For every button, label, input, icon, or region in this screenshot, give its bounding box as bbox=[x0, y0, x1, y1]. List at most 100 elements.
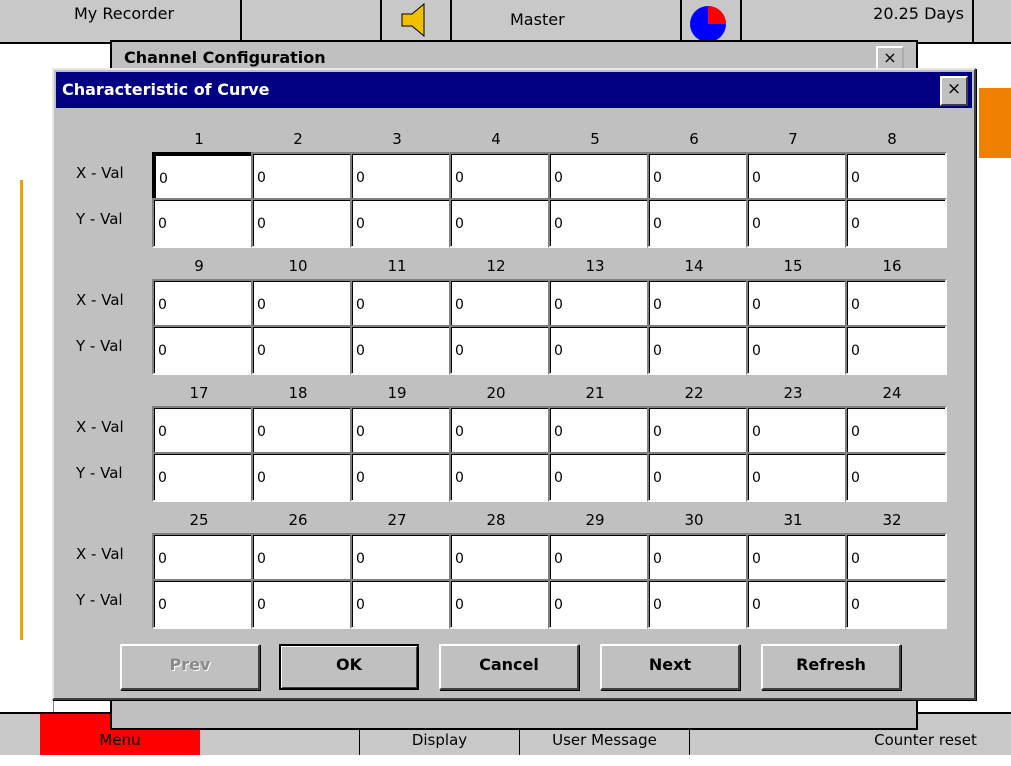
close-button[interactable]: × bbox=[940, 76, 968, 106]
y-value-input-21[interactable] bbox=[548, 452, 650, 502]
y-value-input-15[interactable] bbox=[746, 325, 848, 375]
y-value-input-32[interactable] bbox=[845, 579, 947, 629]
ok-button[interactable]: OK bbox=[279, 644, 419, 690]
y-value-input-2[interactable] bbox=[251, 198, 353, 248]
y-value-input-23[interactable] bbox=[746, 452, 848, 502]
dialog-titlebar[interactable]: Characteristic of Curve × bbox=[56, 72, 972, 108]
y-value-input-7[interactable] bbox=[746, 198, 848, 248]
y-val-label: Y - Val bbox=[76, 464, 123, 482]
x-value-input-21[interactable] bbox=[548, 406, 650, 456]
x-value-input-10[interactable] bbox=[251, 279, 353, 329]
time-cell bbox=[240, 0, 382, 42]
recorder-name: My Recorder bbox=[74, 4, 175, 23]
y-value-input-1[interactable] bbox=[152, 198, 254, 248]
counter-reset-label: Counter reset bbox=[874, 731, 977, 749]
x-value-input-12[interactable] bbox=[449, 279, 551, 329]
x-value-input-16[interactable] bbox=[845, 279, 947, 329]
x-value-input-7[interactable] bbox=[746, 152, 848, 202]
y-value-input-27[interactable] bbox=[350, 579, 452, 629]
x-value-input-9[interactable] bbox=[152, 279, 254, 329]
x-val-label: X - Val bbox=[76, 291, 124, 309]
y-value-input-4[interactable] bbox=[449, 198, 551, 248]
x-value-input-23[interactable] bbox=[746, 406, 848, 456]
x-value-input-19[interactable] bbox=[350, 406, 452, 456]
y-value-input-3[interactable] bbox=[350, 198, 452, 248]
x-value-input-20[interactable] bbox=[449, 406, 551, 456]
display-label: Display bbox=[411, 731, 468, 749]
y-value-input-13[interactable] bbox=[548, 325, 650, 375]
y-value-input-16[interactable] bbox=[845, 325, 947, 375]
x-value-input-5[interactable] bbox=[548, 152, 650, 202]
x-value-input-24[interactable] bbox=[845, 406, 947, 456]
next-button[interactable]: Next bbox=[600, 644, 740, 690]
y-value-input-28[interactable] bbox=[449, 579, 551, 629]
x-value-input-6[interactable] bbox=[647, 152, 749, 202]
x-value-input-13[interactable] bbox=[548, 279, 650, 329]
y-value-input-10[interactable] bbox=[251, 325, 353, 375]
y-value-input-25[interactable] bbox=[152, 579, 254, 629]
x-value-input-17[interactable] bbox=[152, 406, 254, 456]
point-number: 14 bbox=[684, 257, 704, 275]
x-value-input-26[interactable] bbox=[251, 533, 353, 583]
x-value-input-14[interactable] bbox=[647, 279, 749, 329]
point-number: 17 bbox=[189, 384, 209, 402]
y-value-input-24[interactable] bbox=[845, 452, 947, 502]
y-value-input-29[interactable] bbox=[548, 579, 650, 629]
mode-label: Master bbox=[510, 10, 565, 29]
y-value-input-17[interactable] bbox=[152, 452, 254, 502]
x-value-input-18[interactable] bbox=[251, 406, 353, 456]
point-number: 23 bbox=[783, 384, 803, 402]
x-value-input-25[interactable] bbox=[152, 533, 254, 583]
x-value-input-22[interactable] bbox=[647, 406, 749, 456]
y-value-input-18[interactable] bbox=[251, 452, 353, 502]
recorder-name-cell[interactable]: My Recorder bbox=[10, 0, 242, 42]
point-number: 12 bbox=[486, 257, 506, 275]
y-value-input-5[interactable] bbox=[548, 198, 650, 248]
y-value-input-20[interactable] bbox=[449, 452, 551, 502]
y-value-input-31[interactable] bbox=[746, 579, 848, 629]
dialog-title: Characteristic of Curve bbox=[62, 80, 270, 99]
x-value-input-2[interactable] bbox=[251, 152, 353, 202]
speaker-icon[interactable] bbox=[380, 0, 452, 42]
x-value-input-8[interactable] bbox=[845, 152, 947, 202]
point-number: 8 bbox=[887, 130, 897, 148]
x-value-input-11[interactable] bbox=[350, 279, 452, 329]
point-number: 5 bbox=[590, 130, 600, 148]
y-value-input-6[interactable] bbox=[647, 198, 749, 248]
refresh-button[interactable]: Refresh bbox=[761, 644, 901, 690]
x-value-input-27[interactable] bbox=[350, 533, 452, 583]
y-value-input-14[interactable] bbox=[647, 325, 749, 375]
x-value-input-4[interactable] bbox=[449, 152, 551, 202]
point-number: 4 bbox=[491, 130, 501, 148]
y-value-input-9[interactable] bbox=[152, 325, 254, 375]
x-value-input-30[interactable] bbox=[647, 533, 749, 583]
y-value-input-11[interactable] bbox=[350, 325, 452, 375]
days-cell: 20.25 Days bbox=[740, 0, 974, 42]
point-number: 10 bbox=[288, 257, 308, 275]
y-value-input-26[interactable] bbox=[251, 579, 353, 629]
mode-cell: Master bbox=[450, 0, 682, 42]
y-value-input-8[interactable] bbox=[845, 198, 947, 248]
x-value-input-32[interactable] bbox=[845, 533, 947, 583]
channel-badge bbox=[979, 88, 1011, 158]
y-value-input-30[interactable] bbox=[647, 579, 749, 629]
x-value-input-28[interactable] bbox=[449, 533, 551, 583]
x-value-input-31[interactable] bbox=[746, 533, 848, 583]
y-val-label: Y - Val bbox=[76, 210, 123, 228]
prev-button[interactable]: Prev bbox=[120, 644, 260, 690]
cancel-button[interactable]: Cancel bbox=[439, 644, 579, 690]
status-bar: My Recorder Master 20.25 Days bbox=[0, 0, 1011, 44]
x-value-input-3[interactable] bbox=[350, 152, 452, 202]
y-value-input-19[interactable] bbox=[350, 452, 452, 502]
y-value-input-12[interactable] bbox=[449, 325, 551, 375]
point-number: 18 bbox=[288, 384, 308, 402]
point-number: 31 bbox=[783, 511, 803, 529]
point-number: 28 bbox=[486, 511, 506, 529]
y-value-input-22[interactable] bbox=[647, 452, 749, 502]
x-value-input-15[interactable] bbox=[746, 279, 848, 329]
x-value-input-1[interactable] bbox=[152, 152, 256, 204]
chart-right-strip bbox=[975, 92, 1011, 712]
x-val-label: X - Val bbox=[76, 545, 124, 563]
point-number: 15 bbox=[783, 257, 803, 275]
x-value-input-29[interactable] bbox=[548, 533, 650, 583]
